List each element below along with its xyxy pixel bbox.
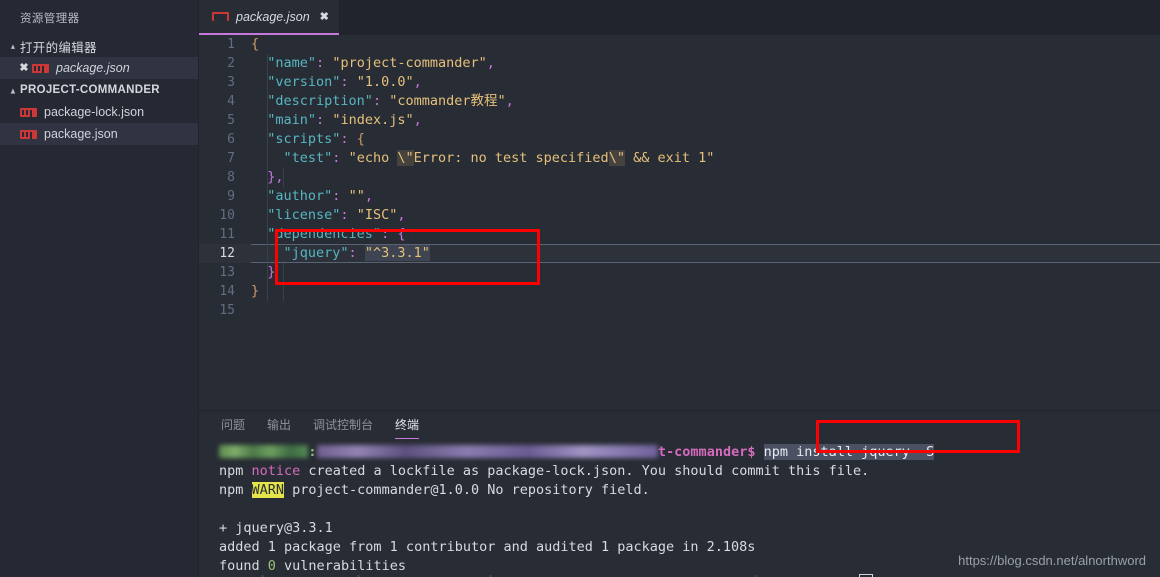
file-item-package-lock-json[interactable]: package-lock.json bbox=[0, 101, 198, 123]
terminal-line-6: found 0 vulnerabilities bbox=[219, 558, 406, 574]
line-number: 6 bbox=[227, 132, 235, 147]
line-number: 10 bbox=[219, 208, 235, 223]
line-number: 12 bbox=[219, 246, 235, 261]
open-editors-label: 打开的编辑器 bbox=[20, 40, 97, 55]
code-line: 3 "version": "1.0.0", bbox=[199, 73, 1160, 92]
editor-tabbar: package.json ✖ bbox=[199, 0, 1160, 35]
tab-output[interactable]: 输出 bbox=[267, 416, 291, 437]
code-line-current: 12 "jquery": "^3.3.1" bbox=[199, 244, 1160, 263]
code-line: 2 "name": "project-commander", bbox=[199, 54, 1160, 73]
line-number: 2 bbox=[227, 56, 235, 71]
code-content[interactable]: 1 { 2 "name": "project-commander", 3 "ve… bbox=[199, 35, 1160, 320]
project-folder-header[interactable]: ▴ PROJECT-COMMANDER bbox=[0, 79, 198, 101]
line-source: } bbox=[267, 264, 276, 280]
file-item-package-json[interactable]: package.json bbox=[0, 123, 198, 145]
line-source: "description": "commander教程", bbox=[267, 93, 514, 109]
code-line: 15 bbox=[199, 301, 1160, 320]
vscode-window: 资源管理器 ▴ 打开的编辑器 ✖ package.json ▴ PROJECT-… bbox=[0, 0, 1160, 577]
line-source: "license": "ISC", bbox=[267, 207, 406, 223]
indent-guide bbox=[283, 168, 284, 187]
line-source: { bbox=[251, 36, 260, 52]
open-editor-item-package-json[interactable]: ✖ package.json bbox=[0, 57, 198, 79]
tab-debug-console[interactable]: 调试控制台 bbox=[313, 416, 373, 437]
open-editor-label: package.json bbox=[56, 61, 130, 75]
line-source: "author": "", bbox=[267, 188, 373, 204]
tab-problems[interactable]: 问题 bbox=[221, 416, 245, 437]
file-label: package-lock.json bbox=[44, 105, 145, 119]
line-source: "name": "project-commander", bbox=[267, 55, 495, 71]
line-source: "version": "1.0.0", bbox=[267, 74, 422, 90]
code-line: 5 "main": "index.js", bbox=[199, 111, 1160, 130]
code-line: 10 "license": "ISC", bbox=[199, 206, 1160, 225]
line-source: } bbox=[251, 283, 260, 299]
line-number: 5 bbox=[227, 113, 235, 128]
line-source: "dependencies": { bbox=[267, 226, 406, 242]
project-folder-label: PROJECT-COMMANDER bbox=[20, 84, 160, 96]
terminal-line-5: added 1 package from 1 contributor and a… bbox=[219, 539, 756, 555]
line-source: "main": "index.js", bbox=[267, 112, 422, 128]
code-line: 4 "description": "commander教程", bbox=[199, 92, 1160, 111]
tab-label: package.json bbox=[236, 9, 310, 24]
file-label: package.json bbox=[44, 127, 118, 141]
line-number: 14 bbox=[219, 284, 235, 299]
line-number: 4 bbox=[227, 94, 235, 109]
bottom-panel: 问题 输出 调试控制台 终端 stonecest m:/media/stone/… bbox=[199, 410, 1160, 577]
line-number: 1 bbox=[227, 37, 235, 52]
terminal-user-redacted: stonecest m bbox=[219, 445, 309, 458]
line-source: "jquery": "^3.3.1" bbox=[283, 245, 430, 261]
line-number: 8 bbox=[227, 170, 235, 185]
tab-terminal[interactable]: 终端 bbox=[395, 416, 420, 439]
close-icon[interactable]: ✖ bbox=[320, 10, 329, 23]
line-number: 11 bbox=[219, 227, 235, 242]
code-line: 6 "scripts": { bbox=[199, 130, 1160, 149]
chevron-down-icon: ▴ bbox=[10, 85, 16, 95]
terminal-line-4: + jquery@3.3.1 bbox=[219, 520, 333, 536]
terminal-prompt-suffix: t-commander$ bbox=[657, 444, 756, 460]
terminal-line-2: npm WARN project-commander@1.0.0 No repo… bbox=[219, 482, 650, 498]
editor-area: package.json ✖ 1 { 2 "name": "project-co… bbox=[199, 0, 1160, 577]
npm-icon bbox=[32, 63, 49, 73]
npm-icon bbox=[212, 12, 229, 21]
code-line: 9 "author": "", bbox=[199, 187, 1160, 206]
open-editors-header[interactable]: ▴ 打开的编辑器 bbox=[0, 35, 198, 57]
code-line: 14 } bbox=[199, 282, 1160, 301]
line-source: "test": "echo \"Error: no test specified… bbox=[283, 150, 715, 166]
code-line: 7 "test": "echo \"Error: no test specifi… bbox=[199, 149, 1160, 168]
watermark: https://blog.csdn.net/alnorthword bbox=[958, 553, 1146, 568]
indent-guide bbox=[283, 263, 284, 301]
code-line: 11 "dependencies": { bbox=[199, 225, 1160, 244]
code-line: 13 } bbox=[199, 263, 1160, 282]
code-line: 1 { bbox=[199, 35, 1160, 54]
explorer-sidebar: 资源管理器 ▴ 打开的编辑器 ✖ package.json ▴ PROJECT-… bbox=[0, 0, 199, 577]
terminal-command: npm install jquery -S bbox=[763, 444, 935, 460]
code-line: 8 }, bbox=[199, 168, 1160, 187]
close-icon[interactable]: ✖ bbox=[16, 62, 32, 74]
panel-tabbar: 问题 输出 调试控制台 终端 bbox=[199, 411, 1160, 441]
code-editor[interactable]: 1 { 2 "name": "project-commander", 3 "ve… bbox=[199, 35, 1160, 410]
line-number: 13 bbox=[219, 265, 235, 280]
terminal-line-1: npm notice created a lockfile as package… bbox=[219, 463, 870, 479]
line-number: 3 bbox=[227, 75, 235, 90]
terminal-path-redacted: /media/stone/3024FF516000B7B46/learn/web… bbox=[316, 445, 658, 458]
line-number: 9 bbox=[227, 189, 235, 204]
indent-guide bbox=[267, 54, 268, 301]
explorer-title: 资源管理器 bbox=[20, 12, 80, 25]
tab-package-json[interactable]: package.json ✖ bbox=[199, 0, 339, 35]
line-source: "scripts": { bbox=[267, 131, 365, 147]
chevron-down-icon: ▴ bbox=[10, 41, 16, 51]
npm-icon bbox=[20, 107, 37, 117]
line-number: 15 bbox=[219, 303, 235, 318]
npm-icon bbox=[20, 129, 37, 139]
line-number: 7 bbox=[227, 151, 235, 166]
